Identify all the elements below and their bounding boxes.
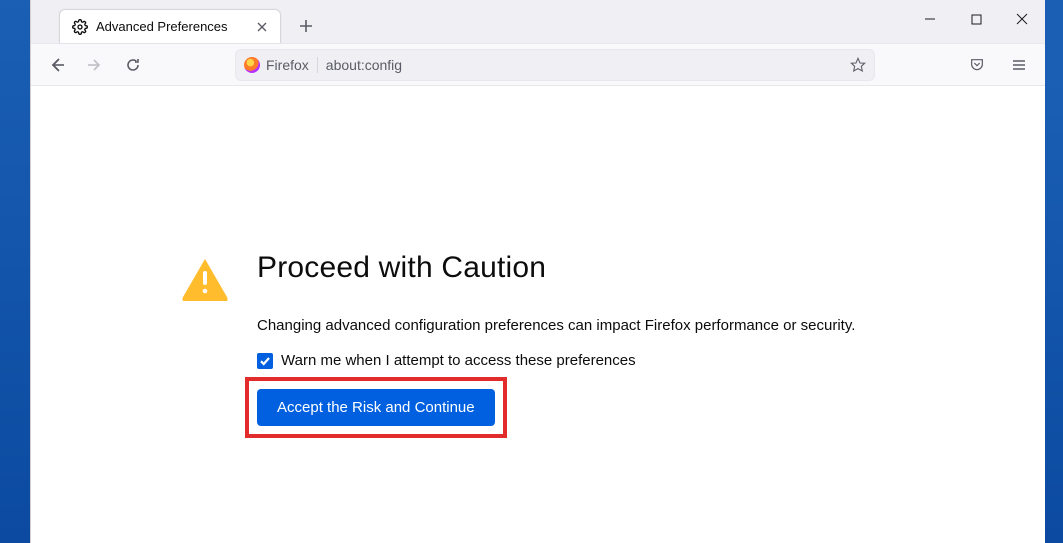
warn-checkbox-row[interactable]: Warn me when I attempt to access these p… xyxy=(257,352,855,369)
warn-checkbox[interactable] xyxy=(257,353,273,369)
desktop-background xyxy=(0,0,30,543)
new-tab-button[interactable] xyxy=(291,11,321,41)
warning-description: Changing advanced configuration preferen… xyxy=(257,317,855,334)
nav-back-button[interactable] xyxy=(41,49,73,81)
desktop-background xyxy=(1045,80,1063,543)
tab-title: Advanced Preferences xyxy=(96,19,228,34)
bookmark-star-icon[interactable] xyxy=(850,57,866,73)
tab-active[interactable]: Advanced Preferences xyxy=(59,9,281,43)
site-identity-label: Firefox xyxy=(266,57,309,73)
browser-window: Advanced Preferences xyxy=(30,0,1045,543)
url-text[interactable]: about:config xyxy=(326,57,842,73)
window-minimize-button[interactable] xyxy=(907,0,953,38)
nav-reload-button[interactable] xyxy=(117,49,149,81)
tab-close-button[interactable] xyxy=(254,19,270,35)
page-content: Proceed with Caution Changing advanced c… xyxy=(31,86,1045,543)
toolbar-right xyxy=(961,49,1035,81)
save-to-pocket-button[interactable] xyxy=(961,49,993,81)
page-title: Proceed with Caution xyxy=(257,251,855,285)
window-maximize-button[interactable] xyxy=(953,0,999,38)
app-menu-button[interactable] xyxy=(1003,49,1035,81)
address-bar[interactable]: Firefox about:config xyxy=(235,49,875,81)
firefox-logo-icon xyxy=(244,57,260,73)
site-identity[interactable]: Firefox xyxy=(244,57,318,73)
warning-triangle-icon xyxy=(181,257,229,301)
warn-checkbox-label: Warn me when I attempt to access these p… xyxy=(281,352,636,369)
tab-strip: Advanced Preferences xyxy=(31,0,1045,44)
gear-icon xyxy=(72,19,88,35)
window-controls xyxy=(907,0,1045,38)
window-close-button[interactable] xyxy=(999,0,1045,38)
nav-forward-button[interactable] xyxy=(79,49,111,81)
toolbar: Firefox about:config xyxy=(31,44,1045,86)
accept-risk-button[interactable]: Accept the Risk and Continue xyxy=(257,389,495,426)
